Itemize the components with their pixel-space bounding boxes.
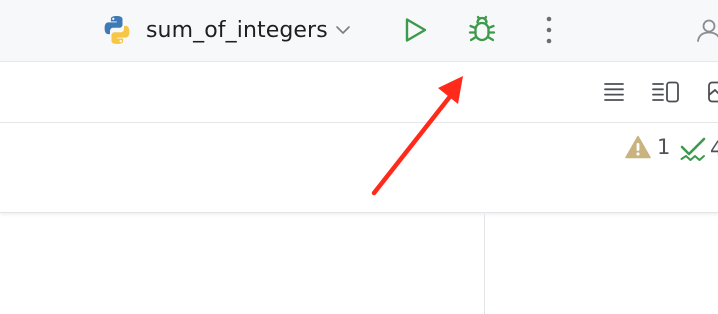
debug-icon xyxy=(468,15,496,42)
python-icon xyxy=(104,16,130,44)
editor-only-view-button[interactable] xyxy=(596,74,632,110)
warnings-count: 1 xyxy=(657,135,671,159)
user-icon xyxy=(697,19,718,42)
passed-checks-indicator[interactable]: 4 xyxy=(680,135,718,163)
chevron-down-icon xyxy=(335,26,350,34)
more-actions-button[interactable] xyxy=(527,8,571,52)
run-icon xyxy=(405,18,427,42)
preview-only-view-button[interactable] xyxy=(700,74,718,110)
warning-icon xyxy=(625,135,651,159)
split-view-button[interactable] xyxy=(648,74,684,110)
run-configuration-selector[interactable]: sum_of_integers xyxy=(100,10,352,50)
inspection-widget-row: 1 4 xyxy=(0,123,718,213)
more-vertical-icon xyxy=(546,16,552,44)
lines-view-icon xyxy=(604,83,624,101)
image-view-icon xyxy=(708,81,718,103)
main-toolbar: sum_of_integers xyxy=(0,0,718,62)
editor-toolbar xyxy=(0,62,718,123)
ide-window: sum_of_integers 1 4 xyxy=(0,0,718,314)
editor-split-divider[interactable] xyxy=(484,214,485,314)
run-button[interactable] xyxy=(393,8,437,52)
passed-checks-count: 4 xyxy=(710,137,718,161)
check-icon xyxy=(680,137,706,161)
split-view-icon xyxy=(652,81,679,103)
user-account-button[interactable] xyxy=(694,8,718,52)
run-configuration-name: sum_of_integers xyxy=(146,17,328,43)
debug-button[interactable] xyxy=(460,8,504,52)
warnings-indicator[interactable]: 1 xyxy=(625,135,670,159)
